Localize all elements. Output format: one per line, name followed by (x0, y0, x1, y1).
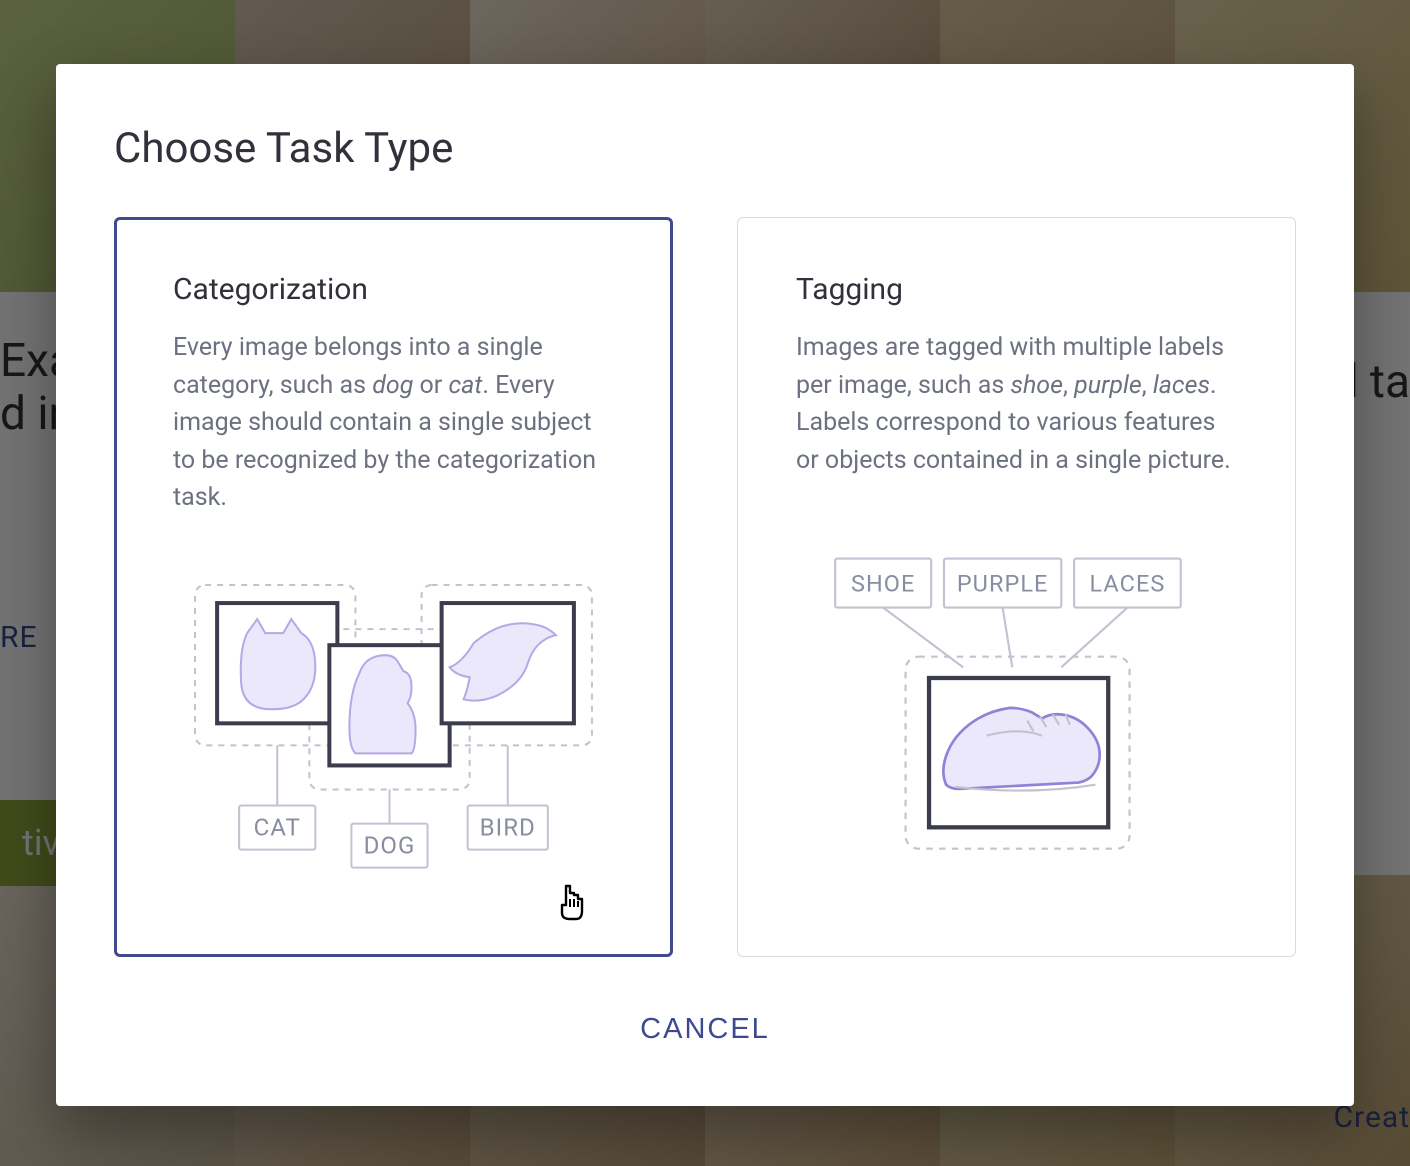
svg-text:SHOE: SHOE (851, 569, 915, 597)
categorization-card-description: Every image belongs into a single catego… (173, 329, 614, 517)
svg-text:DOG: DOG (364, 832, 416, 860)
tagging-illustration: .dash2 { fill:none; stroke:#c0c3d0; stro… (796, 503, 1237, 916)
svg-text:LACES: LACES (1089, 569, 1165, 597)
categorization-card[interactable]: Categorization Every image belongs into … (114, 217, 673, 957)
modal-title: Choose Task Type (114, 124, 1296, 173)
svg-text:BIRD: BIRD (480, 813, 536, 841)
task-type-cards: Categorization Every image belongs into … (114, 217, 1296, 957)
categorization-card-title: Categorization (173, 272, 614, 307)
cancel-button[interactable]: CANCEL (620, 1003, 790, 1056)
choose-task-type-modal: Choose Task Type Categorization Every im… (56, 64, 1354, 1106)
categorization-illustration: .dash { fill:none; stroke:#c0c3d0; strok… (173, 541, 614, 917)
svg-text:PURPLE: PURPLE (957, 569, 1049, 597)
tagging-card-description: Images are tagged with multiple labels p… (796, 329, 1237, 479)
tagging-card[interactable]: Tagging Images are tagged with multiple … (737, 217, 1296, 957)
svg-text:CAT: CAT (254, 813, 301, 841)
tagging-card-title: Tagging (796, 272, 1237, 307)
